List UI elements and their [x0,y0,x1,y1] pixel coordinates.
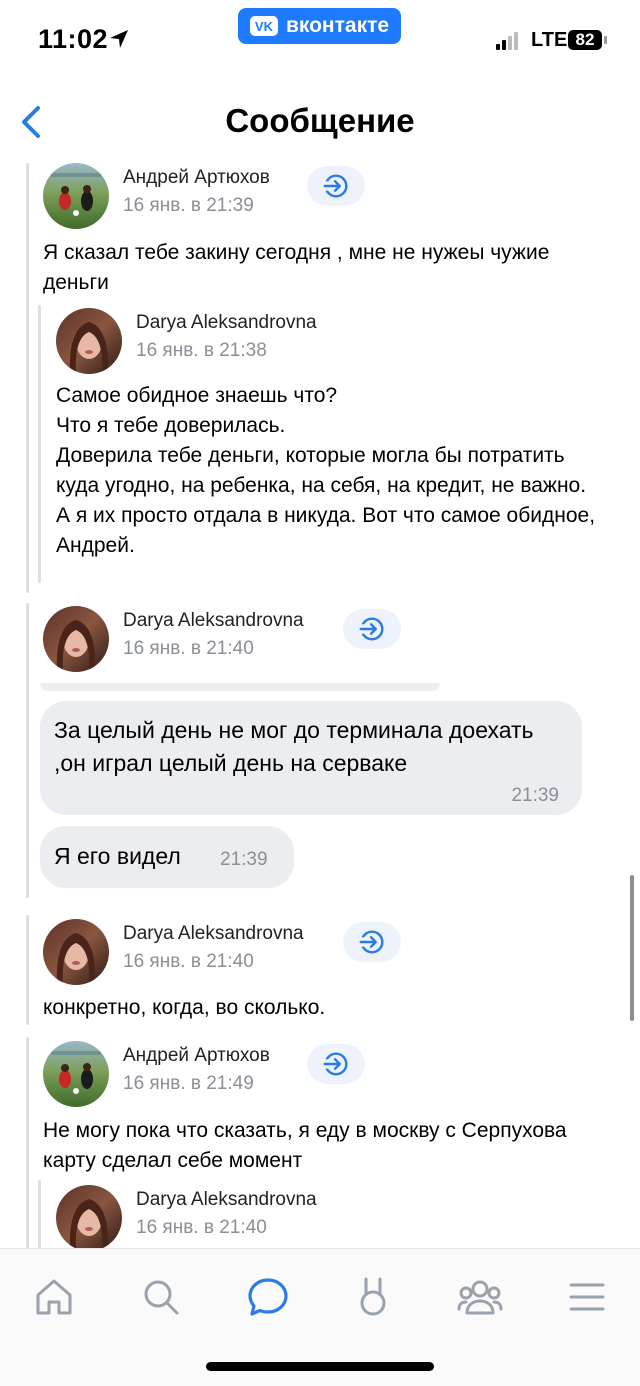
location-arrow-icon [108,28,130,55]
scrollbar[interactable] [630,875,634,1021]
message-date: 16 янв. в 21:40 [123,638,254,659]
sender-name[interactable]: Darya Aleksandrovna [123,923,304,945]
go-to-message-button[interactable] [343,609,401,649]
tab-clips[interactable] [343,1267,403,1327]
tab-search[interactable] [131,1267,191,1327]
message-date: 16 янв. в 21:40 [136,1217,267,1238]
message-text: Я сказал тебе закину сегодня , мне не ну… [43,241,550,294]
search-icon [144,1280,179,1315]
message-date: 16 янв. в 21:39 [123,195,254,216]
signal-icon [496,32,518,50]
sender-name[interactable]: Darya Aleksandrovna [136,312,317,334]
message-text: Самое обидное знаешь что? Что я тебе дов… [56,384,596,557]
cropped-bubble-edge [40,683,440,691]
sender-name[interactable]: Darya Aleksandrovna [123,610,304,632]
forward-arrow-icon [357,614,387,644]
clips-icon [360,1277,386,1316]
vk-return-badge[interactable]: VK вконтакте [238,8,401,44]
forward-arrow-icon [321,171,351,201]
nav-header: Сообщение [0,92,640,152]
bubble-text: За целый день не мог до терминала доехат… [54,717,534,776]
tab-messages[interactable] [238,1267,298,1327]
tab-friends[interactable] [450,1267,510,1327]
friends-icon [457,1280,503,1315]
avatar[interactable] [56,308,122,374]
message-date: 16 янв. в 21:49 [123,1073,254,1094]
go-to-message-button[interactable] [307,166,365,206]
sender-name[interactable]: Андрей Артюхов [123,167,270,189]
avatar[interactable] [56,1185,122,1248]
network-type: LTE [531,29,568,51]
bubble-time: 21:39 [220,849,268,870]
home-indicator [206,1362,434,1371]
forward-arrow-icon [357,927,387,957]
message-header[interactable]: Darya Aleksandrovna 16 янв. в 21:40 [56,1185,317,1248]
quote-line [26,915,29,1025]
go-to-message-button[interactable] [307,1044,365,1084]
message-header[interactable]: Darya Aleksandrovna 16 янв. в 21:38 [56,308,317,374]
tab-home[interactable] [24,1267,84,1327]
quote-line [26,603,29,898]
message-text: конкретно, когда, во сколько. [43,996,326,1019]
sender-name[interactable]: Darya Aleksandrovna [136,1189,317,1211]
message-header[interactable]: Андрей Артюхов 16 янв. в 21:39 [43,163,270,229]
message-date: 16 янв. в 21:40 [123,951,254,972]
page-title: Сообщение [225,102,415,139]
bubble-time: 21:39 [511,785,559,806]
quote-line [26,1037,29,1248]
message-date: 16 янв. в 21:38 [136,340,267,361]
avatar[interactable] [43,919,109,985]
vk-badge-label: вконтакте [285,14,390,37]
vk-logo-icon: VK [249,16,278,36]
quote-line-nested [38,1180,41,1248]
go-to-message-button[interactable] [343,922,401,962]
quote-line-nested [38,305,41,583]
avatar[interactable] [43,606,109,672]
forwarded-messages-feed[interactable]: Андрей Артюхов 16 янв. в 21:39 Я сказал … [0,155,640,1248]
home-icon [36,1279,72,1315]
avatar[interactable] [43,1041,109,1107]
battery-tip [604,36,607,44]
message-header[interactable]: Андрей Артюхов 16 янв. в 21:49 [43,1041,270,1107]
message-header[interactable]: Darya Aleksandrovna 16 янв. в 21:40 [43,606,304,672]
status-time: 11:02 [38,24,109,54]
chat-bubble[interactable]: Я его видел 21:39 [40,826,294,888]
avatar[interactable] [43,163,109,229]
bubble-text: Я его видел [54,843,181,869]
status-bar: 11:02 VK вконтакте LTE 82 [0,0,640,80]
message-text: Не могу пока что сказать, я еду в москву… [43,1119,567,1172]
message-header[interactable]: Darya Aleksandrovna 16 янв. в 21:40 [43,919,304,985]
forward-arrow-icon [321,1049,351,1079]
chat-bubble[interactable]: За целый день не мог до терминала доехат… [40,701,582,815]
menu-icon [569,1283,605,1311]
quote-line [26,163,29,593]
sender-name[interactable]: Андрей Артюхов [123,1045,270,1067]
battery-icon: 82 [568,30,602,50]
tab-menu[interactable] [557,1267,617,1327]
messages-icon [248,1278,288,1316]
